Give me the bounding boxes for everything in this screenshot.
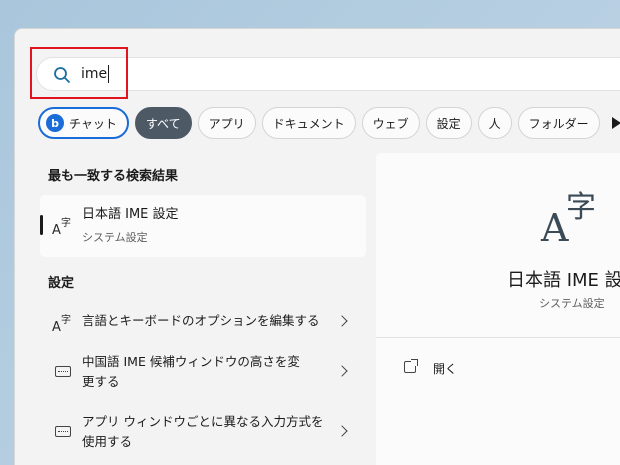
detail-subtitle: システム設定: [539, 297, 605, 310]
bing-icon: b: [46, 114, 64, 132]
ime-settings-icon: A 字: [52, 216, 71, 236]
best-match-title: 日本語 IME 設定: [82, 207, 179, 222]
chip-label: 人: [488, 116, 501, 131]
result-title-line1: アプリ ウィンドウごとに異なる入力方式を: [82, 414, 324, 429]
open-icon[interactable]: [404, 359, 418, 373]
svg-text:A: A: [52, 223, 61, 236]
result-title-line2: 更する: [82, 374, 120, 389]
chip-label: ウェブ: [372, 116, 409, 131]
svg-text:字: 字: [61, 313, 71, 326]
settings-result-chinese-ime[interactable]: 中国語 IME 候補ウィンドウの高さを変 更する: [40, 350, 366, 394]
best-match-result[interactable]: A 字 日本語 IME 設定 システム設定: [40, 195, 366, 257]
chevron-right-icon: [336, 425, 348, 437]
chip-chat[interactable]: b チャット: [38, 107, 129, 139]
svg-text:字: 字: [61, 216, 71, 229]
chip-label: すべて: [145, 116, 181, 131]
chip-people[interactable]: 人: [477, 107, 512, 139]
chip-label: チャット: [69, 116, 117, 131]
settings-result-input-method[interactable]: アプリ ウィンドウごとに異なる入力方式を 使用する: [40, 410, 366, 454]
chevron-right-icon: [336, 315, 348, 327]
detail-divider: [376, 337, 620, 338]
chip-all[interactable]: すべて: [134, 107, 192, 139]
keyboard-icon: [55, 366, 71, 377]
chip-apps[interactable]: アプリ: [197, 107, 256, 139]
best-match-subtitle: システム設定: [82, 231, 148, 244]
settings-section-header: 設定: [48, 276, 75, 291]
best-match-header: 最も一致する検索結果: [48, 169, 179, 184]
keyboard-icon: [55, 426, 71, 437]
chip-label: 設定: [436, 116, 461, 131]
result-title-line1: 中国語 IME 候補ウィンドウの高さを変: [82, 354, 300, 369]
settings-result-language[interactable]: A 字 言語とキーボードのオプションを編集する: [40, 305, 366, 337]
chip-web[interactable]: ウェブ: [361, 107, 420, 139]
chip-label: アプリ: [208, 116, 245, 131]
chevron-right-icon: [336, 365, 348, 377]
chip-label: ドキュメント: [272, 116, 345, 131]
chip-folders[interactable]: フォルダー: [517, 107, 600, 139]
selection-indicator: [40, 215, 43, 235]
result-title: 言語とキーボードのオプションを編集する: [82, 313, 320, 328]
search-input[interactable]: ime: [81, 65, 110, 83]
detail-icon-letter: A: [541, 206, 569, 250]
open-action[interactable]: 開く: [433, 360, 457, 377]
detail-icon-kanji: 字: [566, 190, 596, 225]
language-icon: A 字: [52, 313, 71, 333]
result-title-line2: 使用する: [82, 434, 133, 449]
chip-label: フォルダー: [528, 116, 589, 131]
chip-documents[interactable]: ドキュメント: [261, 107, 356, 139]
detail-title: 日本語 IME 設定: [507, 270, 620, 291]
more-chips-play-icon[interactable]: [611, 117, 620, 129]
search-box[interactable]: ime: [36, 57, 620, 91]
search-icon: [54, 67, 70, 83]
filter-chips: b チャット すべて アプリ ドキュメント ウェブ 設定 人 フォルダー: [38, 107, 620, 139]
svg-text:A: A: [52, 320, 61, 333]
chip-settings[interactable]: 設定: [425, 107, 472, 139]
